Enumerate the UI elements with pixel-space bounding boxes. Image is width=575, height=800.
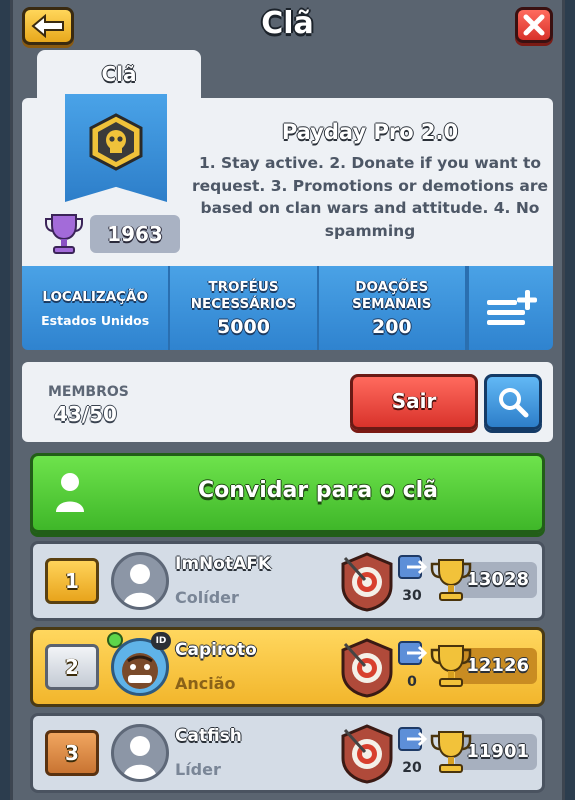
avatar: [111, 552, 169, 610]
leave-clan-button[interactable]: Sair: [350, 374, 478, 430]
stat-trophies-label-1: TROFÉUS: [208, 278, 279, 295]
person-icon: [56, 473, 84, 512]
donation-card-icon: [398, 555, 427, 579]
member-role: Líder: [175, 760, 221, 779]
stat-location-value: Estados Unidos: [41, 312, 150, 328]
member-rank: 1: [45, 558, 99, 604]
clan-name: Payday Pro 2.0: [281, 120, 459, 144]
member-row[interactable]: 3 Catfish Líder 20 11901: [30, 713, 545, 793]
clan-war-shield-icon: [341, 638, 393, 698]
trophy-icon: [430, 559, 472, 601]
search-button[interactable]: [484, 374, 542, 430]
clan-stats-bar: LOCALIZAÇÃO Estados Unidos TROFÉUS NECES…: [22, 266, 553, 350]
page-title: Clã: [261, 6, 314, 41]
skull-badge-icon: [89, 113, 143, 171]
clan-info-card: 1963 Payday Pro 2.0 1. Stay active. 2. D…: [22, 94, 553, 266]
member-name: Catfish: [175, 726, 242, 746]
donation-card-icon: [398, 641, 427, 665]
clan-war-shield-icon: [341, 724, 393, 784]
donation-card-icon: [398, 727, 427, 751]
list-add-icon: [486, 290, 537, 325]
member-name: Capiroto: [175, 640, 257, 660]
member-role: Ancião: [175, 674, 236, 693]
member-donations: 30: [402, 588, 422, 604]
members-count: 43/50: [54, 402, 117, 426]
member-donations: 20: [402, 760, 422, 776]
close-button[interactable]: [515, 7, 553, 43]
id-badge: ID: [151, 632, 171, 650]
member-row-self[interactable]: 2 ID Capiroto Ancião 0 12126: [30, 627, 545, 707]
person-icon: [123, 564, 157, 607]
stat-required-trophies: TROFÉUS NECESSÁRIOS 5000: [170, 266, 319, 350]
stat-location: LOCALIZAÇÃO Estados Unidos: [22, 266, 171, 350]
trophy-icon: [430, 645, 472, 687]
search-icon: [499, 388, 529, 418]
close-icon: [523, 14, 545, 36]
members-card: MEMBROS 43/50 Sair: [22, 362, 553, 442]
header: Clã: [0, 0, 575, 50]
stat-donations-label-2: SEMANAIS: [352, 295, 432, 312]
stat-trophies-value: 5000: [217, 315, 270, 338]
clan-war-shield-icon: [341, 552, 393, 612]
stat-trophies-label-2: NECESSÁRIOS: [190, 295, 297, 312]
stat-weekly-donations: DOAÇÕES SEMANAIS 200: [319, 266, 467, 350]
stat-location-label: LOCALIZAÇÃO: [42, 288, 148, 305]
stat-donations-value: 200: [371, 315, 412, 338]
members-label: MEMBROS: [48, 384, 129, 400]
clan-description: 1. Stay active. 2. Donate if you want to…: [191, 154, 548, 240]
clan-trophies: 1963: [90, 215, 180, 253]
stat-donations-label-1: DOAÇÕES: [355, 278, 429, 295]
member-rank: 3: [45, 730, 99, 776]
person-icon: [123, 736, 157, 779]
member-role: Colíder: [175, 588, 239, 607]
member-row[interactable]: 1 ImNotAFK Colíder 30 13028: [30, 541, 545, 621]
member-name: ImNotAFK: [175, 554, 272, 574]
online-status-icon: [107, 632, 123, 648]
trophy-icon: [430, 731, 472, 773]
member-rank: 2: [45, 644, 99, 690]
member-donations: 0: [407, 674, 417, 690]
avatar: [111, 724, 169, 782]
invite-to-clan-button[interactable]: Convidar para o clã: [30, 453, 545, 533]
purple-trophy-icon: [45, 214, 83, 254]
invite-label: Convidar para o clã: [197, 478, 439, 503]
clan-menu-button[interactable]: [466, 266, 553, 350]
